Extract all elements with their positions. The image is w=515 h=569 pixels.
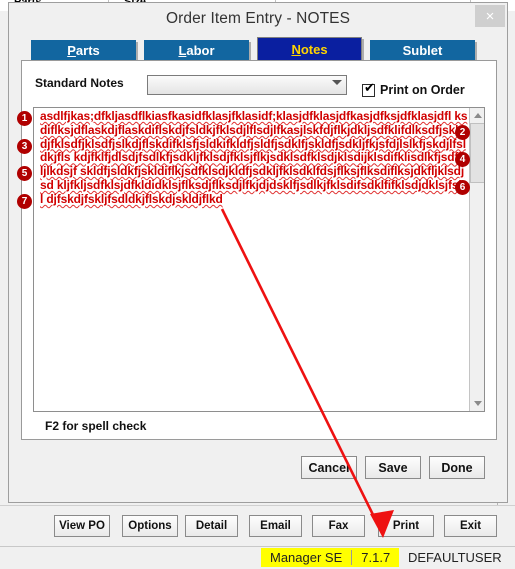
status-highlight-region: Manager SE 7.1.7 (261, 548, 400, 567)
callout-badge-5: 5 (17, 166, 32, 181)
done-label: Done (441, 460, 473, 475)
check-icon: ✔ (364, 81, 375, 96)
tab-parts[interactable]: Parts (31, 40, 136, 61)
standard-notes-dropdown[interactable] (147, 75, 347, 95)
dialog-titlebar: Order Item Entry - NOTES × (9, 3, 507, 35)
print-label: Print (392, 520, 420, 532)
tab-labor[interactable]: Labor (144, 40, 249, 61)
exit-button[interactable]: Exit (444, 515, 497, 537)
status-version: 7.1.7 (361, 550, 391, 565)
tab-sublet[interactable]: Sublet (370, 40, 475, 61)
dialog-title: Order Item Entry - NOTES (165, 10, 351, 27)
tab-labor-label: Labor (178, 43, 215, 58)
tab-sublet-label: Sublet (402, 43, 443, 58)
callout-badge-6: 6 (455, 180, 470, 195)
view-po-button[interactable]: View PO (54, 515, 110, 537)
notes-scrollbar[interactable] (469, 108, 484, 411)
cancel-label: Cancel (308, 460, 350, 475)
email-button[interactable]: Email (249, 515, 302, 537)
tab-notes-label: Notes (291, 41, 328, 57)
print-button[interactable]: Print (378, 515, 434, 537)
notes-textarea[interactable]: asdlfjkas;dfkljasdflkiasfkasidfklasjfkla… (33, 107, 485, 412)
order-item-entry-dialog: Order Item Entry - NOTES × Parts Labor N… (8, 2, 508, 503)
email-label: Email (260, 520, 291, 532)
tabstrip: Parts Labor Notes Sublet (9, 35, 509, 61)
spell-check-hint: F2 for spell check (45, 419, 147, 433)
exit-label: Exit (459, 520, 482, 532)
view-po-label: View PO (59, 520, 105, 532)
callout-badge-2: 2 (455, 125, 470, 140)
scroll-down-icon[interactable] (470, 396, 484, 411)
fax-label: Fax (328, 520, 349, 532)
chevron-down-icon (332, 80, 342, 85)
callout-badge-7: 7 (17, 194, 32, 209)
detail-label: Detail (195, 520, 228, 532)
scrollbar-thumb[interactable] (470, 123, 484, 183)
detail-button[interactable]: Detail (185, 515, 238, 537)
tab-notes[interactable]: Notes (257, 37, 362, 61)
notes-text-content: asdlfjkas;dfkljasdflkiasfkasidfklasjfkla… (40, 109, 468, 206)
status-app-name: Manager SE (270, 550, 343, 565)
fax-button[interactable]: Fax (312, 515, 365, 537)
options-label: Options (128, 520, 172, 532)
callout-badge-4: 4 (455, 152, 470, 167)
done-button[interactable]: Done (429, 456, 485, 479)
status-user: DEFAULTUSER (408, 550, 502, 565)
scroll-up-icon[interactable] (470, 108, 484, 123)
save-button[interactable]: Save (365, 456, 421, 479)
print-on-order-checkbox[interactable]: ✔ (362, 81, 375, 97)
callout-badge-1: 1 (17, 111, 32, 126)
callout-badge-3: 3 (17, 139, 32, 154)
tab-parts-label: Parts (67, 43, 100, 58)
options-button[interactable]: Options (122, 515, 178, 537)
standard-notes-label: Standard Notes (35, 76, 124, 90)
save-label: Save (378, 460, 408, 475)
cancel-button[interactable]: Cancel (301, 456, 357, 479)
close-icon[interactable]: × (475, 5, 505, 27)
print-on-order-label: Print on Order (380, 83, 465, 97)
